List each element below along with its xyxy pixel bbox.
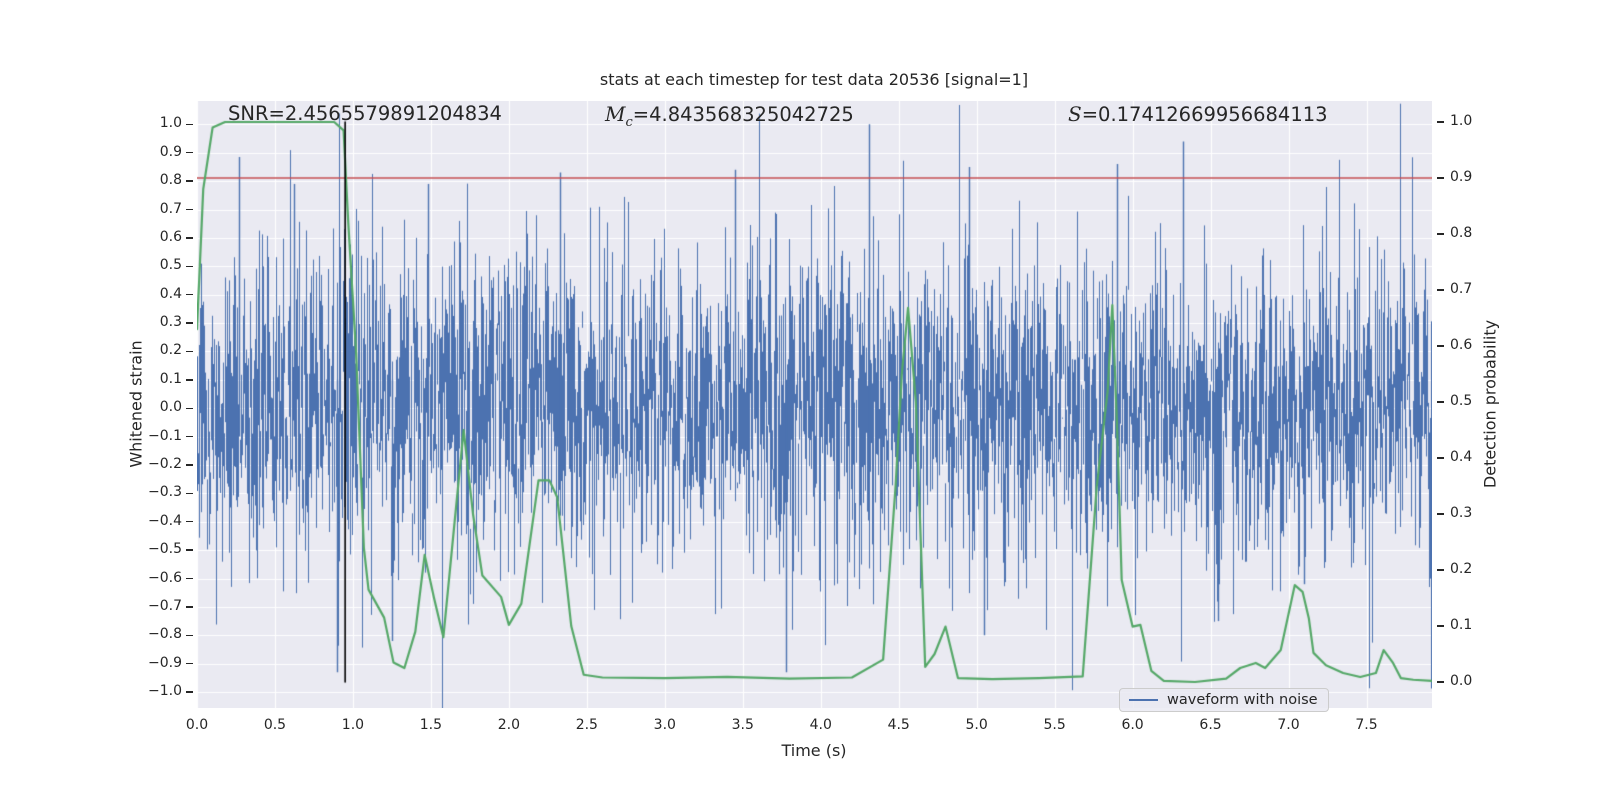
y-right-tick-label: 0.4	[1450, 449, 1473, 465]
x-tick-label: 2.5	[575, 717, 598, 733]
y-left-tick-mark	[186, 492, 193, 495]
y-left-tick-mark	[186, 237, 193, 239]
y-left-tick-label: 0.8	[159, 172, 182, 189]
y-left-tick-label: 0.2	[159, 342, 182, 359]
y-left-tick-mark	[186, 123, 193, 126]
y-left-tick-label: 0.0	[159, 399, 182, 416]
y-right-tick-mark	[1437, 625, 1444, 627]
y-right-tick-label: 0.9	[1450, 169, 1473, 185]
x-tick-label: 2.0	[497, 717, 520, 733]
y-right-tick-label: 1.0	[1450, 113, 1473, 129]
x-tick-label: 7.5	[1355, 717, 1378, 733]
y-left-tick-mark	[186, 152, 193, 154]
x-tick-label: 7.0	[1277, 717, 1300, 733]
y-left-tick-label: −0.8	[148, 626, 182, 643]
y-left-tick-label: 0.6	[159, 228, 182, 245]
y-left-tick-mark	[186, 521, 193, 523]
y-left-tick-mark	[186, 407, 193, 409]
legend-label: waveform with noise	[1167, 692, 1318, 708]
y-axis-label-left: Whitened strain	[126, 340, 146, 468]
x-axis-label: Time (s)	[781, 741, 847, 760]
x-tick-label: 3.5	[731, 717, 754, 733]
plot-area: SNR=2.4565579891204834 Mc=4.843568325042…	[197, 101, 1432, 712]
y-right-tick-mark	[1437, 457, 1444, 459]
x-tick-label: 5.5	[1043, 717, 1066, 733]
y-left-tick-label: −0.3	[148, 484, 182, 501]
x-tick-label: 4.5	[887, 717, 910, 733]
y-left-tick-label: −0.2	[148, 455, 182, 472]
y-left-tick-mark	[186, 662, 193, 665]
y-left-tick-label: 0.9	[159, 143, 182, 160]
y-right-tick-mark	[1437, 121, 1444, 123]
figure: stats at each timestep for test data 205…	[0, 0, 1600, 800]
annotation-chirp-mass: Mc=4.843568325042725	[605, 102, 854, 130]
y-left-tick-label: −0.4	[148, 512, 182, 529]
y-right-tick-mark	[1437, 401, 1444, 403]
x-tick-label: 6.0	[1121, 717, 1144, 733]
y-right-tick-label: 0.2	[1450, 561, 1473, 577]
y-right-tick-label: 0.6	[1450, 337, 1473, 353]
x-tick-label: 6.5	[1199, 717, 1222, 733]
y-axis-label-right: Detection probability	[1480, 319, 1500, 489]
y-left-tick-label: −0.5	[148, 541, 182, 558]
y-right-tick-mark	[1437, 569, 1444, 571]
y-left-tick-label: −0.6	[148, 569, 182, 586]
y-left-tick-mark	[186, 464, 193, 466]
y-right-tick-mark	[1437, 177, 1444, 179]
y-right-tick-mark	[1437, 681, 1444, 683]
annotation-significance: S=0.17412669956684113	[1068, 102, 1328, 126]
y-right-tick-mark	[1437, 289, 1444, 291]
waveform-chart-canvas	[197, 101, 1432, 708]
y-left-tick-mark	[186, 634, 193, 636]
y-right-tick-label: 0.1	[1450, 617, 1473, 633]
y-left-tick-mark	[186, 606, 193, 608]
y-right-tick-mark	[1437, 345, 1444, 347]
y-right-tick-label: 0.0	[1450, 673, 1473, 689]
y-left-tick-mark	[186, 265, 193, 267]
legend-line-sample	[1129, 699, 1158, 701]
y-left-tick-mark	[186, 379, 193, 381]
y-left-tick-mark	[186, 350, 193, 353]
y-left-tick-mark	[186, 180, 193, 182]
y-left-tick-label: 0.5	[159, 257, 182, 274]
y-right-tick-label: 0.3	[1450, 505, 1473, 521]
y-left-tick-mark	[186, 549, 193, 551]
y-left-tick-mark	[186, 691, 193, 693]
y-left-tick-mark	[186, 293, 193, 296]
y-right-tick-mark	[1437, 233, 1444, 235]
y-right-tick-label: 0.7	[1450, 281, 1473, 297]
y-left-tick-label: 0.4	[159, 285, 182, 302]
y-left-tick-label: 0.3	[159, 314, 182, 331]
x-tick-label: 3.0	[653, 717, 676, 733]
plot-title: stats at each timestep for test data 205…	[599, 70, 1029, 89]
y-left-tick-label: −0.1	[148, 427, 182, 444]
x-tick-label: 1.5	[419, 717, 443, 733]
y-left-tick-label: −1.0	[148, 683, 182, 700]
y-left-tick-mark	[186, 322, 193, 324]
y-left-tick-label: 0.7	[159, 200, 182, 217]
annotation-snr: SNR=2.4565579891204834	[228, 102, 502, 125]
x-tick-label: 0.0	[185, 717, 209, 733]
y-left-tick-mark	[186, 208, 193, 211]
x-tick-label: 4.0	[809, 717, 832, 733]
x-tick-label: 0.5	[263, 717, 287, 733]
x-tick-label: 5.0	[965, 717, 988, 733]
y-right-tick-label: 0.5	[1450, 393, 1473, 409]
y-left-tick-label: 1.0	[159, 115, 182, 132]
y-left-tick-label: −0.7	[148, 597, 182, 614]
y-left-tick-mark	[186, 577, 193, 580]
y-right-tick-mark	[1437, 513, 1444, 515]
x-tick-label: 1.0	[341, 717, 365, 733]
legend: waveform with noise	[1119, 688, 1329, 712]
y-right-tick-label: 0.8	[1450, 225, 1473, 241]
y-left-tick-label: 0.1	[159, 370, 182, 387]
y-left-tick-mark	[186, 435, 193, 438]
y-left-tick-label: −0.9	[148, 654, 182, 671]
